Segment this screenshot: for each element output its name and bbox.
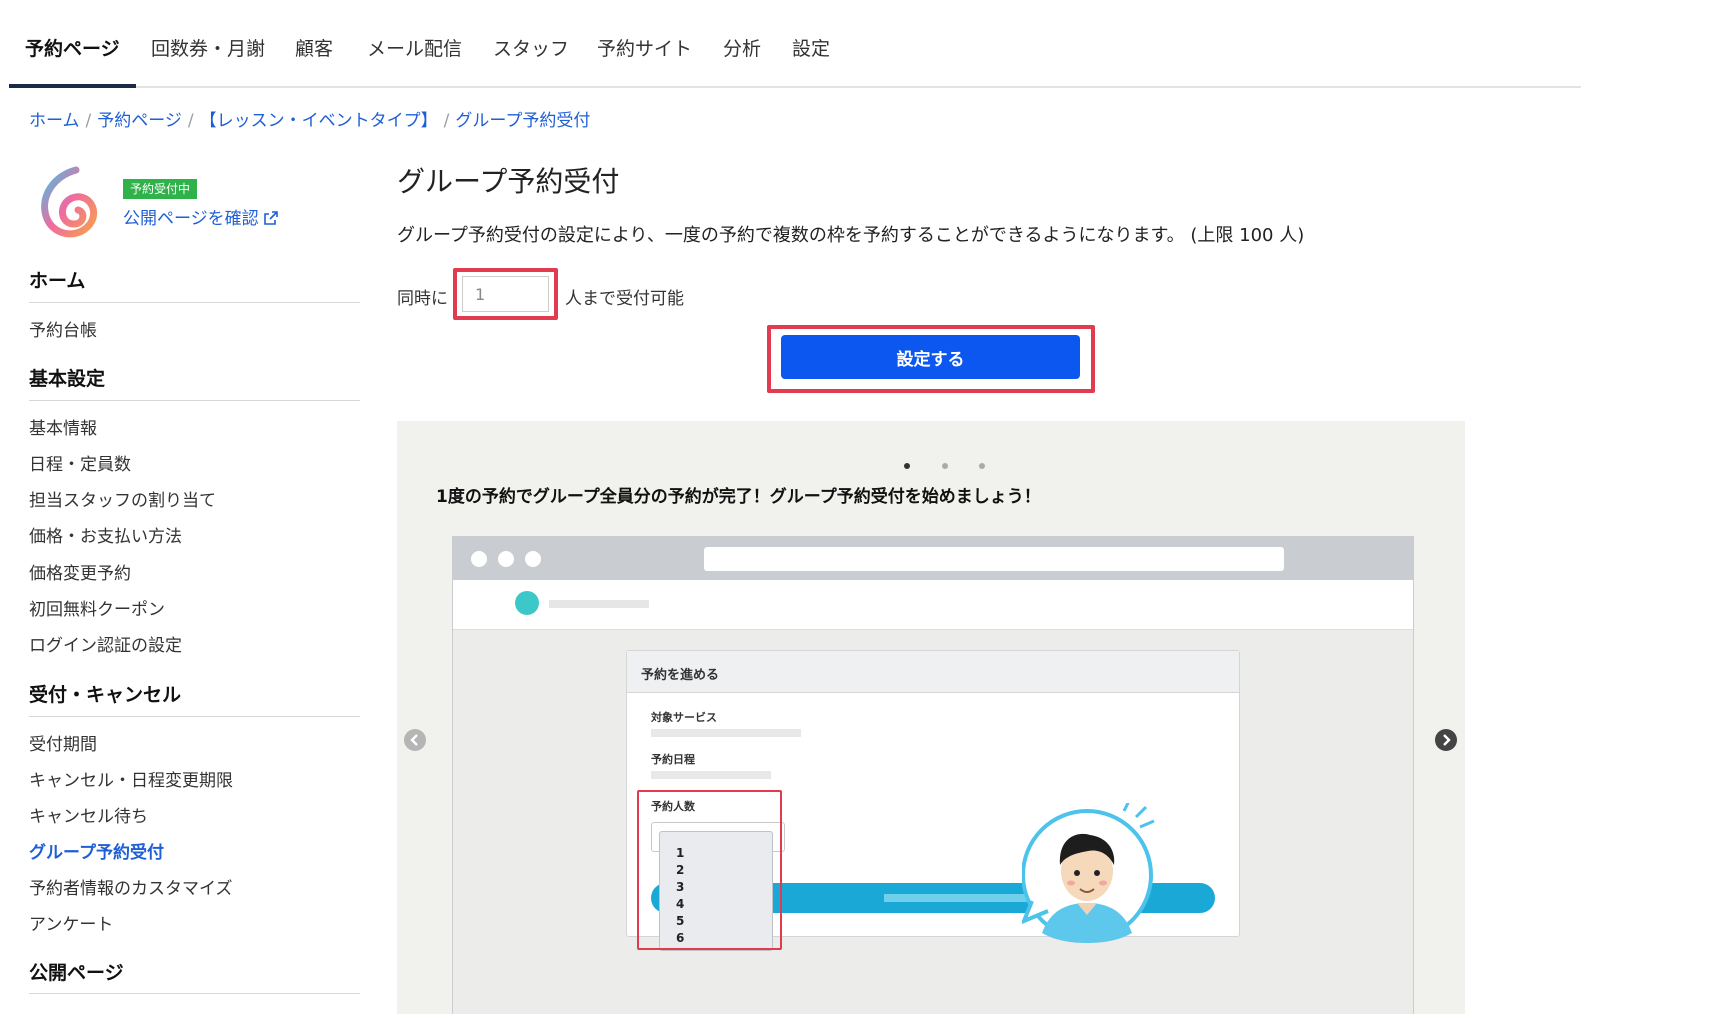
window-dot — [498, 551, 514, 567]
chevron-left-icon — [404, 729, 426, 751]
button-highlight-frame — [767, 325, 1095, 393]
tab-reservation-site[interactable]: 予約サイト — [597, 34, 692, 61]
window-dot — [525, 551, 541, 567]
breadcrumb-current[interactable]: グループ予約受付 — [455, 111, 590, 131]
sidebar-divider — [29, 993, 360, 994]
sidebar-divider — [29, 716, 360, 717]
sidebar-divider — [29, 302, 360, 303]
browser-mockup: 予約を進める 対象サービス 予約日程 予約人数 1 2 3 4 5 6 — [452, 536, 1414, 1014]
sidebar-item-group-booking[interactable]: グループ予約受付 — [29, 838, 164, 863]
carousel-dot-active[interactable] — [904, 463, 910, 469]
mock-field-service: 対象サービス — [651, 711, 717, 724]
breadcrumb: ホーム / 予約ページ / 【レッスン・イベントタイプ】 / グループ予約受付 — [29, 111, 591, 131]
mock-text-placeholder — [651, 771, 771, 779]
mock-submit-bar-label — [884, 894, 1034, 902]
sidebar-item-basic-info[interactable]: 基本情報 — [29, 414, 97, 439]
mock-logo-icon — [515, 591, 539, 615]
tab-mail[interactable]: メール配信 — [367, 34, 462, 61]
mock-card-header: 予約を進める — [627, 651, 1239, 693]
chevron-right-icon — [1435, 729, 1457, 751]
input-highlight-frame — [453, 268, 558, 320]
sidebar-item-customize-info[interactable]: 予約者情報のカスタマイズ — [29, 874, 233, 899]
tab-customers[interactable]: 顧客 — [295, 34, 333, 61]
sidebar-item-staff-assign[interactable]: 担当スタッフの割り当て — [29, 486, 216, 511]
tab-staff[interactable]: スタッフ — [493, 34, 569, 61]
tab-analysis[interactable]: 分析 — [723, 34, 761, 61]
sidebar-item-login-auth[interactable]: ログイン認証の設定 — [29, 631, 182, 656]
tab-reservation-page[interactable]: 予約ページ — [25, 34, 120, 61]
carousel-prev-button[interactable] — [404, 729, 426, 751]
sidebar-heading-basic: 基本設定 — [29, 368, 106, 390]
feature-carousel: 1度の予約でグループ全員分の予約が完了！グループ予約受付を始めましょう！ 予約を… — [397, 421, 1465, 1014]
top-nav: 予約ページ 回数券・月謝 顧客 メール配信 スタッフ 予約サイト 分析 設定 — [9, 0, 1581, 88]
sidebar-heading-acceptance: 受付・キャンセル — [29, 684, 182, 706]
breadcrumb-lesson-type[interactable]: 【レッスン・イベントタイプ】 — [200, 111, 438, 131]
page-title: グループ予約受付 — [397, 165, 620, 198]
sidebar-divider — [29, 400, 360, 401]
mock-text-placeholder — [651, 729, 801, 737]
brand-logo — [32, 162, 106, 246]
sidebar-item-survey[interactable]: アンケート — [29, 910, 113, 935]
concurrent-suffix-label: 人まで受付可能 — [565, 289, 684, 309]
browser-toolbar — [453, 537, 1413, 580]
external-link-icon — [263, 211, 278, 225]
window-dot — [471, 551, 487, 567]
page-description: グループ予約受付の設定により、一度の予約で複数の枠を予約することができるようにな… — [397, 225, 1305, 246]
person-illustration-icon — [1022, 803, 1155, 943]
mock-card-title: 予約を進める — [641, 668, 720, 683]
sidebar-heading-home: ホーム — [29, 270, 86, 292]
sidebar-item-waitlist[interactable]: キャンセル待ち — [29, 802, 148, 827]
breadcrumb-reservation-page[interactable]: 予約ページ — [97, 111, 182, 131]
mock-text-placeholder — [549, 600, 649, 608]
sidebar-item-booking-ledger[interactable]: 予約台帳 — [29, 316, 97, 341]
sidebar-item-price-payment[interactable]: 価格・お支払い方法 — [29, 522, 182, 547]
carousel-dot[interactable] — [979, 463, 985, 469]
mock-booking-card: 予約を進める 対象サービス 予約日程 予約人数 1 2 3 4 5 6 — [626, 650, 1240, 951]
concurrent-prefix-label: 同時に — [397, 289, 448, 309]
active-tab-indicator — [9, 84, 136, 88]
sidebar-item-schedule[interactable]: 日程・定員数 — [29, 450, 131, 475]
tab-tickets[interactable]: 回数券・月謝 — [151, 34, 265, 61]
sidebar-item-cancel-deadline[interactable]: キャンセル・日程変更期限 — [29, 766, 233, 791]
tab-settings[interactable]: 設定 — [792, 34, 830, 61]
breadcrumb-home[interactable]: ホーム — [29, 111, 80, 131]
sidebar-item-coupon[interactable]: 初回無料クーポン — [29, 595, 165, 620]
carousel-next-button[interactable] — [1435, 729, 1457, 751]
url-bar — [704, 547, 1284, 571]
public-page-link[interactable]: 公開ページを確認 — [123, 204, 279, 229]
sidebar-heading-public-page: 公開ページ — [29, 962, 124, 984]
mock-highlight-frame — [637, 790, 782, 950]
public-page-link-label: 公開ページを確認 — [123, 209, 259, 229]
carousel-dot[interactable] — [942, 463, 948, 469]
carousel-caption: 1度の予約でグループ全員分の予約が完了！グループ予約受付を始めましょう！ — [436, 487, 1041, 507]
status-badge: 予約受付中 — [123, 179, 198, 199]
sidebar-item-price-change[interactable]: 価格変更予約 — [29, 559, 131, 584]
mock-field-date: 予約日程 — [651, 753, 695, 766]
mock-site-header — [453, 580, 1413, 630]
sidebar-item-acceptance-period[interactable]: 受付期間 — [29, 730, 97, 755]
